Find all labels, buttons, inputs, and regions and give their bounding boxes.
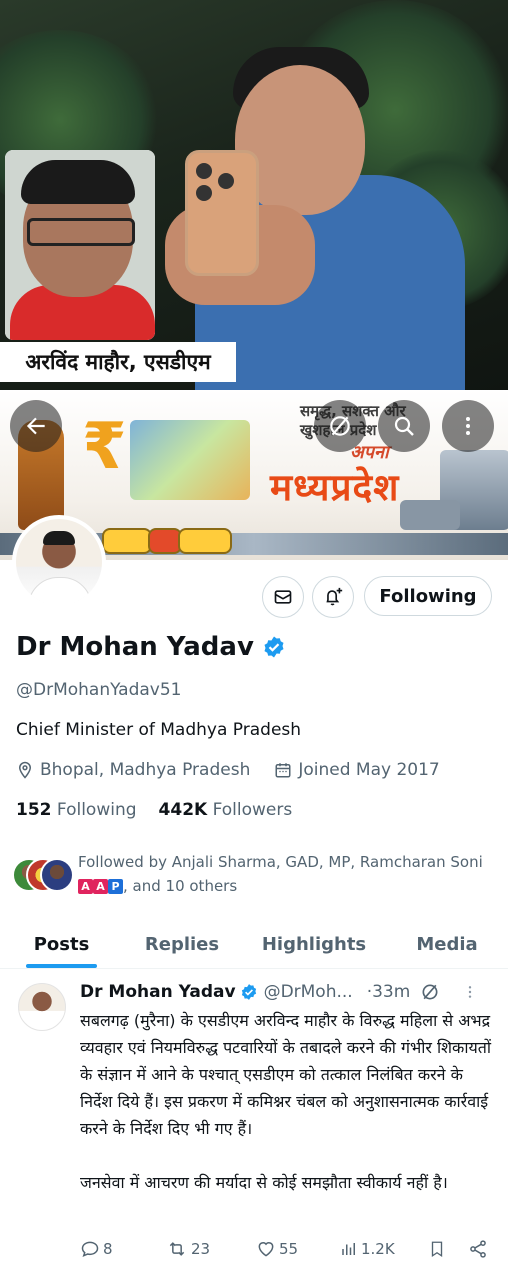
repost-count: 23 <box>191 1240 211 1258</box>
notifications-button[interactable] <box>312 576 354 618</box>
followed-by-text: Followed by Anjali Sharma, GAD, MP, Ramc… <box>78 853 483 895</box>
back-button[interactable] <box>10 400 62 452</box>
followers-count: 442K <box>158 800 208 820</box>
news-image: अरविंद माहौर, एसडीएम <box>0 0 508 390</box>
banner-state-name: मध्यप्रदेश <box>270 466 400 509</box>
tab-replies[interactable]: Replies <box>132 920 232 968</box>
search-button[interactable] <box>378 400 430 452</box>
photo-caption: अरविंद माहौर, एसडीएम <box>0 342 236 382</box>
post-more-icon[interactable] <box>462 983 478 1001</box>
avatar-image <box>16 519 102 605</box>
following-link[interactable]: 152 Following <box>16 800 137 820</box>
verified-badge-icon[interactable] <box>262 635 286 659</box>
display-name-text: Dr Mohan Yadav <box>16 632 254 662</box>
profile-joined-date: Joined May 2017 <box>298 760 440 780</box>
reply-button[interactable]: 8 <box>80 1239 113 1259</box>
post-author[interactable]: Dr Mohan Yadav <box>80 982 236 1002</box>
followers-label: Followers <box>212 800 293 820</box>
like-button[interactable]: 55 <box>256 1239 298 1259</box>
mute-icon <box>422 984 438 1000</box>
profile-handle: @DrMohanYadav51 <box>16 680 182 700</box>
post-time[interactable]: ·33m <box>367 982 411 1002</box>
followers-link[interactable]: 442K Followers <box>159 800 293 820</box>
party-badge: A <box>78 879 93 894</box>
share-button[interactable] <box>468 1239 488 1259</box>
repost-button[interactable]: 23 <box>166 1239 210 1259</box>
more-options-button[interactable] <box>442 400 494 452</box>
repost-icon <box>169 1242 185 1256</box>
photo-caption-text: अरविंद माहौर, एसडीएम <box>25 350 211 374</box>
share-icon <box>470 1240 486 1258</box>
tab-highlights[interactable]: Highlights <box>252 920 376 968</box>
banner-rupee-graphic: ₹ <box>82 410 127 484</box>
post-header: Dr Mohan Yadav @DrMoh... ·33m <box>80 979 490 1005</box>
photo-inset-person <box>5 150 155 340</box>
more-vertical-icon <box>466 417 470 435</box>
tab-media[interactable]: Media <box>402 920 492 968</box>
like-icon <box>258 1242 274 1257</box>
profile-stats: 152 Following 442K Followers <box>16 800 292 820</box>
profile-bio: Chief Minister of Madhya Pradesh <box>16 720 302 740</box>
profile-meta: Bhopal, Madhya Pradesh Joined May 2017 <box>16 760 440 780</box>
followed-by[interactable]: Followed by Anjali Sharma, GAD, MP, Ramc… <box>12 850 492 898</box>
following-button[interactable]: Following <box>364 576 492 616</box>
like-count: 55 <box>279 1240 299 1258</box>
party-badge: P <box>108 879 123 894</box>
bell-plus-icon <box>326 587 343 606</box>
reply-count: 8 <box>103 1240 113 1258</box>
reply-icon <box>81 1241 99 1258</box>
profile-avatar[interactable] <box>12 515 106 609</box>
tab-posts[interactable]: Posts <box>14 920 109 968</box>
follower-avatar <box>40 858 74 892</box>
message-button[interactable] <box>262 576 304 618</box>
post-avatar[interactable] <box>18 983 66 1031</box>
profile-tabs: Posts Replies Highlights Media <box>0 920 508 969</box>
mute-button[interactable] <box>314 400 366 452</box>
bookmark-button[interactable] <box>428 1239 446 1259</box>
active-tab-indicator <box>26 964 97 968</box>
display-name: Dr Mohan Yadav <box>16 632 286 662</box>
following-count: 152 <box>16 800 52 820</box>
search-icon <box>394 416 414 436</box>
mail-icon <box>274 590 292 604</box>
location-pin-icon <box>18 761 32 779</box>
following-label: Following <box>56 800 137 820</box>
mute-icon <box>330 416 350 436</box>
back-arrow-icon <box>26 417 45 435</box>
profile-location: Bhopal, Madhya Pradesh <box>40 760 251 780</box>
post-text: सबलगढ़ (मुरैना) के एसडीएम अरविन्द माहौर … <box>80 1011 492 1192</box>
views-icon <box>342 1243 355 1255</box>
views-count: 1.2K <box>361 1240 395 1258</box>
verified-badge-icon <box>241 984 256 1000</box>
bookmark-icon <box>431 1241 443 1258</box>
post[interactable]: Dr Mohan Yadav @DrMoh... ·33m सबलगढ़ (मु… <box>0 969 508 1280</box>
calendar-icon <box>275 763 291 778</box>
photo-person-with-phone <box>165 25 465 390</box>
party-badge: A <box>93 879 108 894</box>
post-handle[interactable]: @DrMoh... <box>264 982 353 1002</box>
views-button[interactable]: 1.2K <box>340 1239 395 1259</box>
post-actions: 8 23 55 1.2K <box>80 1239 496 1265</box>
